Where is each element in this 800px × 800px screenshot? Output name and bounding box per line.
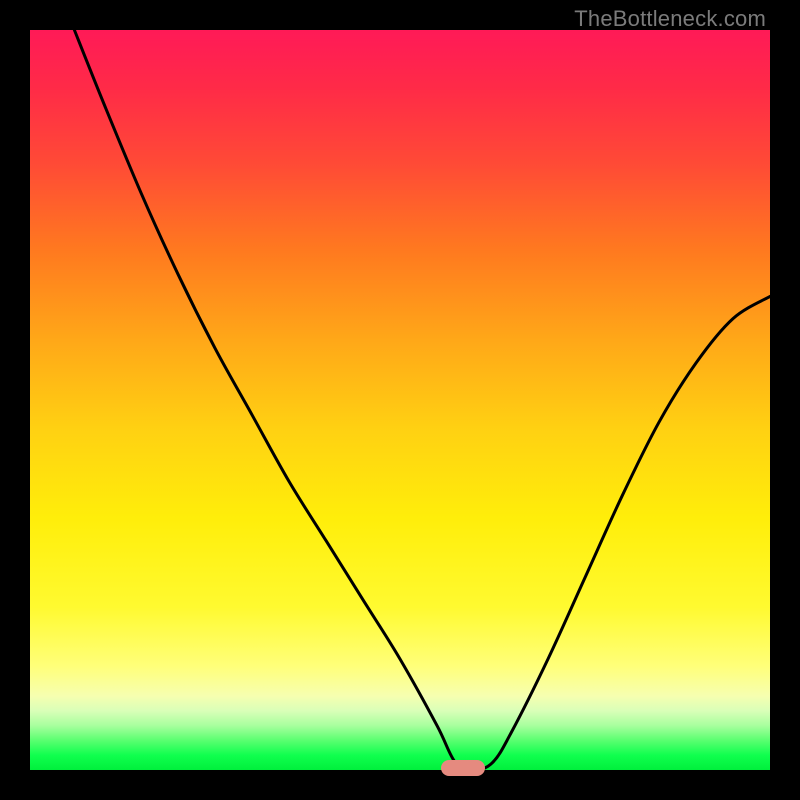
watermark-text: TheBottleneck.com [574,6,766,32]
optimal-marker [441,760,485,776]
bottleneck-curve-path [74,30,770,770]
chart-plot-area [30,30,770,770]
bottleneck-curve [30,30,770,770]
chart-frame: TheBottleneck.com [0,0,800,800]
